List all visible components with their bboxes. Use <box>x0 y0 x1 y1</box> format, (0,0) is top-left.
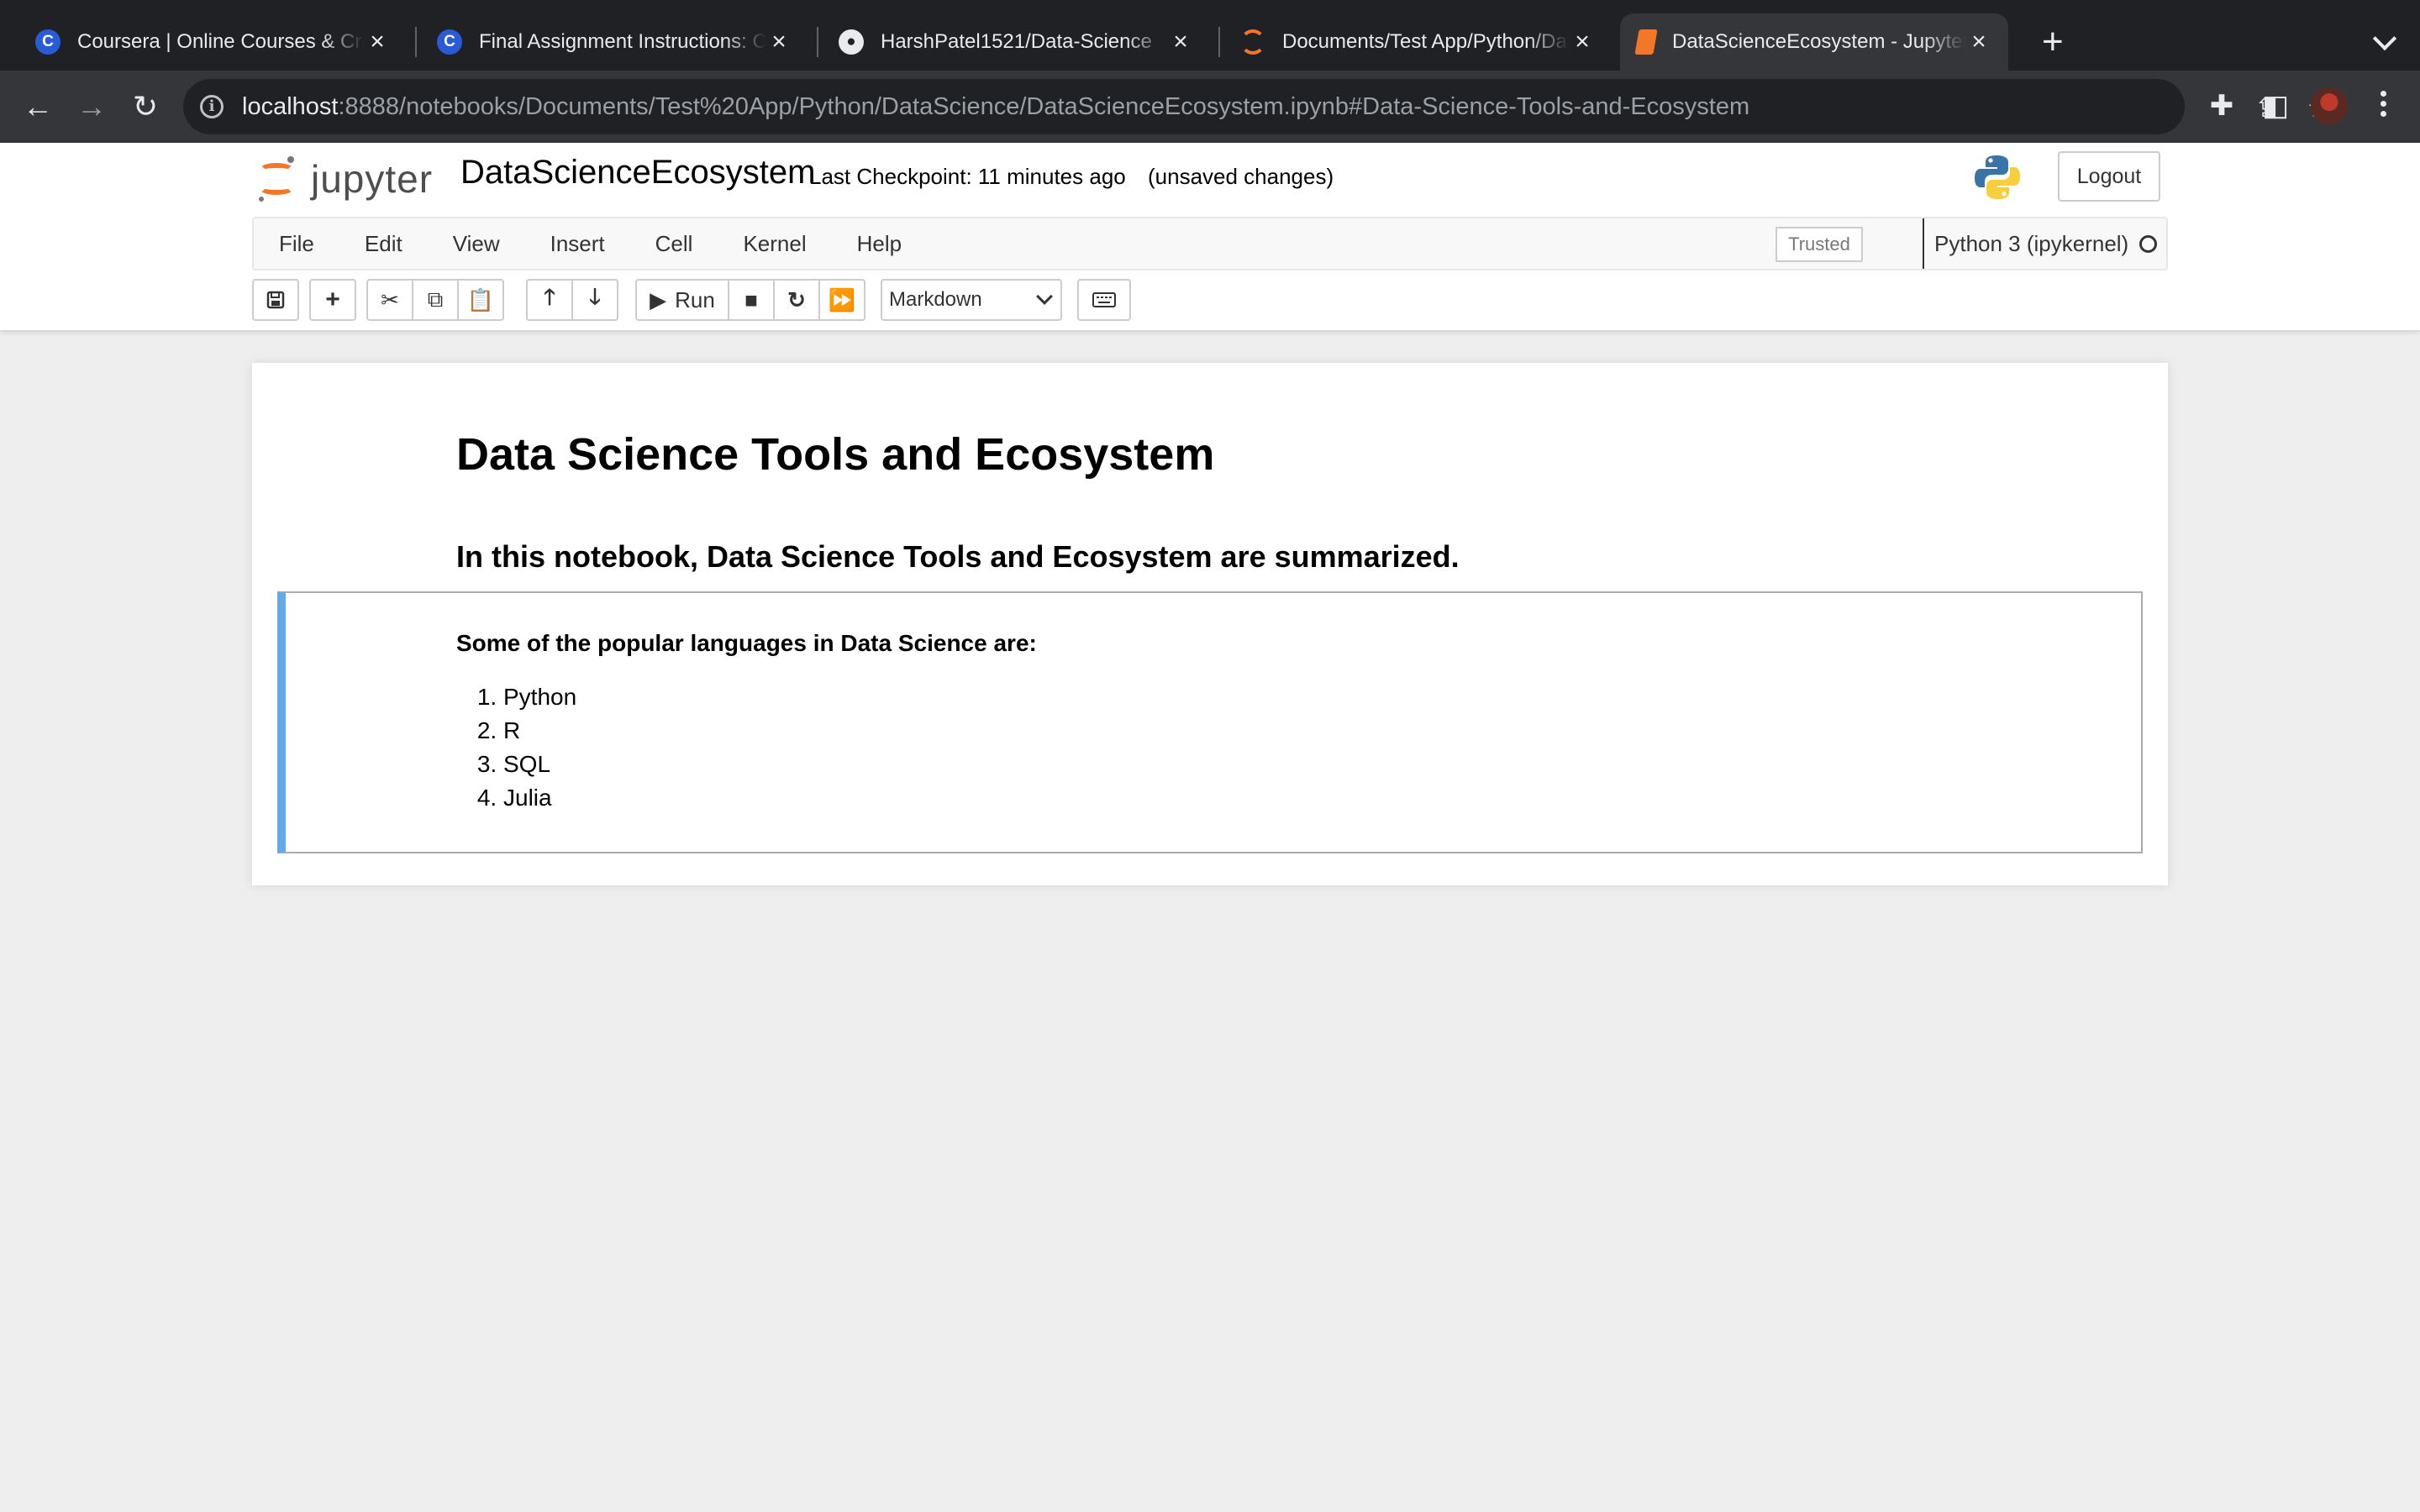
save-group <box>252 279 299 321</box>
notebook-icon <box>1634 29 1658 55</box>
selected-markdown-cell[interactable]: Some of the popular languages in Data Sc… <box>277 591 2143 853</box>
menu-cell[interactable]: Cell <box>630 218 718 269</box>
chevron-down-icon <box>1036 288 1053 305</box>
paste-icon[interactable]: 📋 <box>457 279 504 321</box>
notebook-header: jupyter DataScienceEcosystem Last Checkp… <box>0 143 2420 330</box>
close-icon[interactable]: × <box>766 28 792 56</box>
browser-menu-icon[interactable] <box>2375 87 2391 124</box>
list-item: R <box>503 714 1037 748</box>
notebook-title[interactable]: Data Science Tools and Ecosystem <box>456 428 1214 480</box>
tab-title: Documents/Test App/Python/DataScience/ <box>1282 30 1570 53</box>
notebook-name[interactable]: DataScienceEcosystem <box>460 154 815 192</box>
tab-search-chevron-icon[interactable] <box>2368 25 2402 59</box>
restart-icon[interactable]: ↻ <box>773 279 820 321</box>
insert-group: + <box>309 279 356 321</box>
browser-tab-github[interactable]: ● HarshPatel1521/Data-Science × <box>822 13 1210 71</box>
languages-list: Python R SQL Julia <box>456 680 1037 815</box>
kernel-idle-indicator-icon <box>2139 235 2157 253</box>
play-icon: ▶ <box>650 286 667 312</box>
close-icon[interactable]: × <box>1168 28 1193 56</box>
forward-arrow-icon[interactable]: → <box>72 87 111 126</box>
languages-heading: Some of the popular languages in Data Sc… <box>456 630 1037 656</box>
save-icon[interactable] <box>252 279 299 321</box>
coursera-icon: C <box>437 29 462 55</box>
list-item: Julia <box>503 781 1037 815</box>
list-item: SQL <box>503 748 1037 781</box>
restart-run-all-icon[interactable]: ⏩ <box>818 279 865 321</box>
run-label: Run <box>675 286 715 312</box>
jupyter-icon <box>1240 29 1265 55</box>
tab-title: Final Assignment Instructions: Create <box>479 30 766 53</box>
cell-type-select[interactable]: Markdown <box>881 279 1062 321</box>
browser-tab-notebook[interactable]: DataScienceEcosystem - Jupyter Notebook … <box>1620 13 2008 71</box>
keyboard-icon[interactable] <box>1077 279 1131 321</box>
address-bar[interactable]: i localhost:8888/notebooks/Documents/Tes… <box>183 79 2331 134</box>
browser-tab-assignment[interactable]: C Final Assignment Instructions: Create … <box>420 13 808 71</box>
trusted-indicator[interactable]: Trusted <box>1776 227 1863 262</box>
move-down-arrow-icon[interactable]: 🡓 <box>571 279 618 321</box>
url-text[interactable]: localhost:8888/notebooks/Documents/Test%… <box>242 93 1749 121</box>
profile-avatar[interactable] <box>2311 87 2348 124</box>
menu-file[interactable]: File <box>254 218 339 269</box>
jupyter-logo[interactable]: jupyter <box>257 150 433 208</box>
extensions-puzzle-icon[interactable]: ✚ <box>2203 87 2240 124</box>
jupyter-logo-text: jupyter <box>311 157 434 201</box>
list-item: Python <box>503 680 1037 714</box>
browser-tab-jupyter-tree[interactable]: Documents/Test App/Python/DataScience/ × <box>1223 13 1612 71</box>
menu-help[interactable]: Help <box>832 218 927 269</box>
tab-separator <box>1218 27 1220 57</box>
cut-scissors-icon[interactable]: ✂ <box>366 279 413 321</box>
kernel-name[interactable]: Python 3 (ipykernel) <box>1923 218 2128 269</box>
insert-cell-plus-icon[interactable]: + <box>309 279 356 321</box>
run-group: ▶ Run ■ ↻ ⏩ <box>635 279 865 321</box>
jupyter-page: jupyter DataScienceEcosystem Last Checkp… <box>0 143 2420 1512</box>
github-icon: ● <box>839 29 864 55</box>
close-icon[interactable]: × <box>1966 28 1991 56</box>
cell-rendered-content: Some of the popular languages in Data Sc… <box>456 630 1037 815</box>
menu-view[interactable]: View <box>428 218 525 269</box>
reload-icon[interactable]: ↻ <box>126 87 165 126</box>
url-host: localhost <box>242 92 339 120</box>
last-checkpoint: Last Checkpoint: 11 minutes ago <box>809 164 1126 189</box>
menu-edit[interactable]: Edit <box>339 218 428 269</box>
logout-button[interactable]: Logout <box>2058 151 2160 202</box>
coursera-icon: C <box>35 29 60 55</box>
run-button[interactable]: ▶ Run <box>635 279 729 321</box>
tab-separator <box>817 27 818 57</box>
tab-title: HarshPatel1521/Data-Science <box>881 30 1152 53</box>
browser-toolbar: ← → ↻ i localhost:8888/notebooks/Documen… <box>0 71 2420 143</box>
site-info-icon[interactable]: i <box>200 95 224 118</box>
shortcuts-group <box>1077 279 1131 321</box>
jupyter-logo-icon <box>257 155 296 203</box>
close-icon[interactable]: × <box>1570 28 1595 56</box>
copy-icon[interactable]: ⧉ <box>412 279 459 321</box>
menu-insert[interactable]: Insert <box>525 218 630 269</box>
notebook-intro[interactable]: In this notebook, Data Science Tools and… <box>456 539 1460 575</box>
move-up-arrow-icon[interactable]: 🡑 <box>526 279 573 321</box>
menu-kernel[interactable]: Kernel <box>718 218 831 269</box>
tab-separator <box>415 27 417 57</box>
stop-icon[interactable]: ■ <box>728 279 775 321</box>
autosave-status: (unsaved changes) <box>1148 164 1334 189</box>
notebook-container: Data Science Tools and Ecosystem In this… <box>252 363 2168 885</box>
close-icon[interactable]: × <box>365 28 390 56</box>
url-path: :8888/notebooks/Documents/Test%20App/Pyt… <box>338 92 1750 120</box>
new-tab-icon[interactable]: + <box>2042 18 2064 66</box>
menu-bar: File Edit View Insert Cell Kernel Help T… <box>252 217 2168 270</box>
move-group: 🡑 🡓 <box>526 279 618 321</box>
python-logo-icon <box>1975 155 2020 199</box>
clipboard-group: ✂ ⧉ 📋 <box>366 279 504 321</box>
tab-title: DataScienceEcosystem - Jupyter Notebook <box>1672 30 1966 53</box>
tab-title: Coursera | Online Courses & Credentials <box>77 30 365 53</box>
side-panel-icon[interactable]: ◧ <box>2257 87 2294 124</box>
back-arrow-icon[interactable]: ← <box>18 87 57 126</box>
browser-tab-strip: C Coursera | Online Courses & Credential… <box>0 0 2420 71</box>
cell-type-value: Markdown <box>889 288 982 311</box>
browser-tab-coursera[interactable]: C Coursera | Online Courses & Credential… <box>18 13 407 71</box>
